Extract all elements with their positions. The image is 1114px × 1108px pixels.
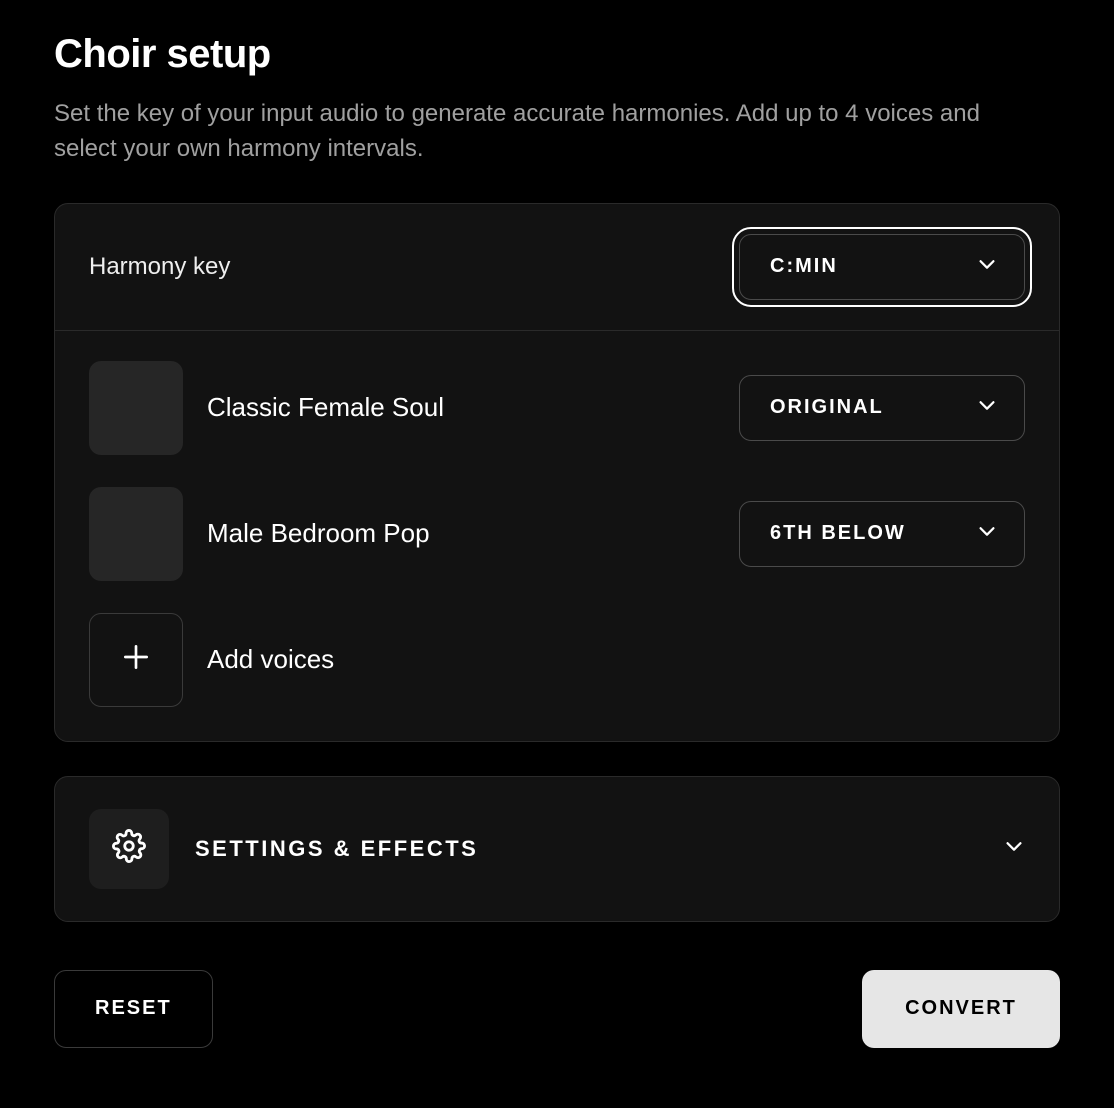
footer-actions: RESET CONVERT [54,970,1060,1048]
voices-section: Classic Female Soul ORIGINAL Male Bedroo… [55,331,1059,741]
settings-effects-toggle[interactable]: SETTINGS & EFFECTS [54,776,1060,922]
voice-name: Male Bedroom Pop [207,518,715,549]
voice-interval-value: 6TH BELOW [770,522,906,545]
voice-avatar[interactable] [89,361,183,455]
convert-button[interactable]: CONVERT [862,970,1060,1048]
harmony-key-value: C:MIN [770,255,838,278]
voice-name: Classic Female Soul [207,392,715,423]
chevron-down-icon [976,394,998,421]
chevron-down-icon [976,253,998,280]
harmony-key-label: Harmony key [89,253,230,281]
harmony-key-row: Harmony key C:MIN [55,204,1059,331]
add-voices-button[interactable]: Add voices [89,613,1025,707]
page-title: Choir setup [54,32,1060,77]
gear-tile [89,809,169,889]
add-voices-label: Add voices [207,644,334,675]
voice-interval-select[interactable]: 6TH BELOW [739,501,1025,567]
settings-effects-label: SETTINGS & EFFECTS [195,836,977,862]
gear-icon [112,829,146,868]
choir-panel: Harmony key C:MIN Classic Female Soul OR… [54,203,1060,742]
voice-avatar[interactable] [89,487,183,581]
page-description: Set the key of your input audio to gener… [54,97,1014,167]
voice-row: Male Bedroom Pop 6TH BELOW [89,487,1025,581]
voice-interval-select[interactable]: ORIGINAL [739,375,1025,441]
chevron-down-icon [976,520,998,547]
chevron-down-icon [1003,835,1025,862]
add-voice-tile [89,613,183,707]
harmony-key-select[interactable]: C:MIN [739,234,1025,300]
reset-button[interactable]: RESET [54,970,213,1048]
plus-icon [120,641,152,678]
voice-interval-value: ORIGINAL [770,396,884,419]
voice-row: Classic Female Soul ORIGINAL [89,361,1025,455]
